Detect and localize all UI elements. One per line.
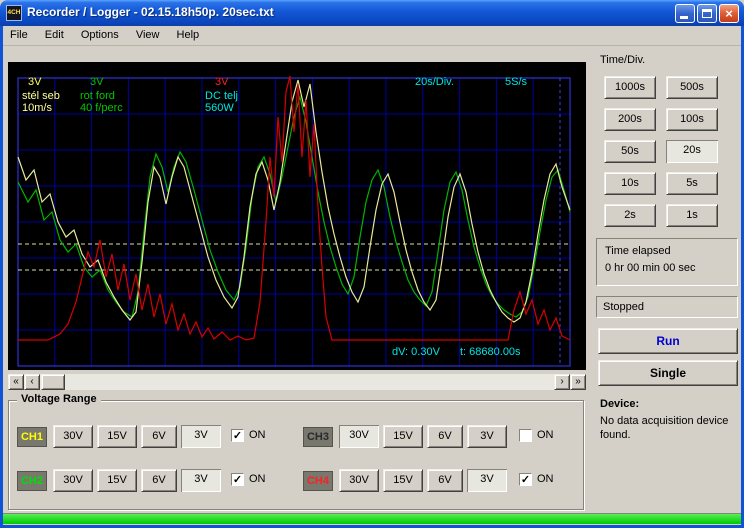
timediv-50s-button[interactable]: 50s: [604, 140, 656, 163]
run-button[interactable]: Run: [598, 328, 738, 354]
timebase-label: 20s/Div.: [415, 76, 454, 88]
ch4-annotation-value: 560W: [205, 102, 234, 114]
ch1-annotation-name: stél seb: [22, 90, 60, 102]
time-elapsed-panel: Time elapsed 0 hr 00 min 00 sec: [596, 238, 738, 286]
ch4-6v-button[interactable]: 6V: [427, 469, 463, 492]
ch3-15v-button[interactable]: 15V: [383, 425, 423, 448]
ch2-30v-button[interactable]: 30V: [53, 469, 93, 492]
ch3-6v-button[interactable]: 6V: [427, 425, 463, 448]
ch1-15v-button[interactable]: 15V: [97, 425, 137, 448]
ch1-3v-button[interactable]: 3V: [181, 425, 221, 448]
menu-options[interactable]: Options: [74, 26, 126, 46]
scroll-left-button[interactable]: ‹: [24, 374, 40, 390]
menu-view[interactable]: View: [129, 26, 167, 46]
ch4-on-label: ON: [537, 473, 554, 485]
app-icon-text: 4CH: [7, 9, 21, 16]
ch1-6v-button[interactable]: 6V: [141, 425, 177, 448]
ch2-label: CH2: [17, 471, 47, 491]
ch2-annotation-name: rot ford: [80, 90, 115, 102]
scroll-left-double-button[interactable]: «: [8, 374, 24, 390]
timediv-500s-button[interactable]: 500s: [666, 76, 718, 99]
ch4-15v-button[interactable]: 15V: [383, 469, 423, 492]
maximize-icon: [702, 9, 712, 18]
samplerate-label: 5S/s: [505, 76, 528, 88]
maximize-button[interactable]: [697, 4, 717, 23]
ch4-range-label: 3V: [215, 76, 229, 88]
minimize-icon: [680, 16, 688, 19]
timediv-100s-button[interactable]: 100s: [666, 108, 718, 131]
timediv-2s-button[interactable]: 2s: [604, 204, 656, 227]
ch3-30v-button[interactable]: 30V: [339, 425, 379, 448]
time-elapsed-label: Time elapsed: [605, 245, 671, 257]
timediv-5s-button[interactable]: 5s: [666, 172, 718, 195]
close-icon: ×: [725, 6, 733, 21]
ch1-range-label: 3V: [28, 76, 42, 88]
app-icon: 4CH: [6, 5, 22, 21]
scrollbar-thumb[interactable]: [41, 374, 65, 390]
timediv-10s-button[interactable]: 10s: [604, 172, 656, 195]
menu-bar: File Edit Options View Help: [3, 26, 741, 46]
single-button[interactable]: Single: [598, 360, 738, 386]
timediv-200s-button[interactable]: 200s: [604, 108, 656, 131]
progress-strip: [3, 513, 741, 524]
voltage-range-title: Voltage Range: [17, 393, 101, 405]
ch1-on-checkbox[interactable]: ✓: [231, 429, 244, 442]
ch1-on-label: ON: [249, 429, 266, 441]
window-title: Recorder / Logger - 02.15.18h50p. 20sec.…: [27, 5, 274, 19]
ch1-annotation-value: 10m/s: [22, 102, 52, 114]
close-button[interactable]: ×: [719, 4, 739, 23]
device-heading: Device:: [600, 398, 640, 410]
ch3-on-checkbox[interactable]: [519, 429, 532, 442]
horizontal-scrollbar[interactable]: « ‹ › »: [8, 374, 586, 390]
time-elapsed-value: 0 hr 00 min 00 sec: [605, 262, 696, 274]
ch4-on-checkbox[interactable]: ✓: [519, 473, 532, 486]
device-status-text: No data acquisition device found.: [600, 415, 729, 441]
voltage-range-group: Voltage Range CH1 30V 15V 6V 3V ✓ ON CH3…: [8, 393, 584, 510]
ch4-3v-button[interactable]: 3V: [467, 469, 507, 492]
acquisition-status: Stopped: [596, 296, 738, 318]
client-area: File Edit Options View Help 3V 3V 3V 20s…: [3, 26, 741, 525]
ch2-annotation-value: 40 f/perc: [80, 102, 123, 114]
ch3-on-label: ON: [537, 429, 554, 441]
timediv-1s-button[interactable]: 1s: [666, 204, 718, 227]
ch4-annotation-name: DC telj: [205, 90, 239, 102]
scroll-right-double-button[interactable]: »: [570, 374, 586, 390]
ch1-label: CH1: [17, 427, 47, 447]
ch2-3v-button[interactable]: 3V: [181, 469, 221, 492]
scroll-right-button[interactable]: ›: [554, 374, 570, 390]
ch2-15v-button[interactable]: 15V: [97, 469, 137, 492]
timediv-20s-button[interactable]: 20s: [666, 140, 718, 163]
ch1-30v-button[interactable]: 30V: [53, 425, 93, 448]
ch2-range-label: 3V: [90, 76, 104, 88]
timediv-1000s-button[interactable]: 1000s: [604, 76, 656, 99]
menu-help[interactable]: Help: [170, 26, 207, 46]
dv-readout: dV: 0.30V: [392, 346, 440, 358]
ch3-label: CH3: [303, 427, 333, 447]
app-window: 4CH Recorder / Logger - 02.15.18h50p. 20…: [0, 0, 744, 528]
ch4-30v-button[interactable]: 30V: [339, 469, 379, 492]
ch2-on-checkbox[interactable]: ✓: [231, 473, 244, 486]
t-readout: t: 68680.00s: [460, 346, 521, 358]
minimize-button[interactable]: [675, 4, 695, 23]
ch2-on-label: ON: [249, 473, 266, 485]
timediv-heading: Time/Div.: [600, 54, 646, 66]
menu-edit[interactable]: Edit: [38, 26, 71, 46]
ch4-label: CH4: [303, 471, 333, 491]
menu-file[interactable]: File: [3, 26, 35, 46]
waveform-display[interactable]: 3V 3V 3V 20s/Div. 5S/s stél seb 10m/s rot…: [8, 62, 586, 370]
ch3-3v-button[interactable]: 3V: [467, 425, 507, 448]
title-bar[interactable]: 4CH Recorder / Logger - 02.15.18h50p. 20…: [0, 0, 744, 26]
ch2-6v-button[interactable]: 6V: [141, 469, 177, 492]
